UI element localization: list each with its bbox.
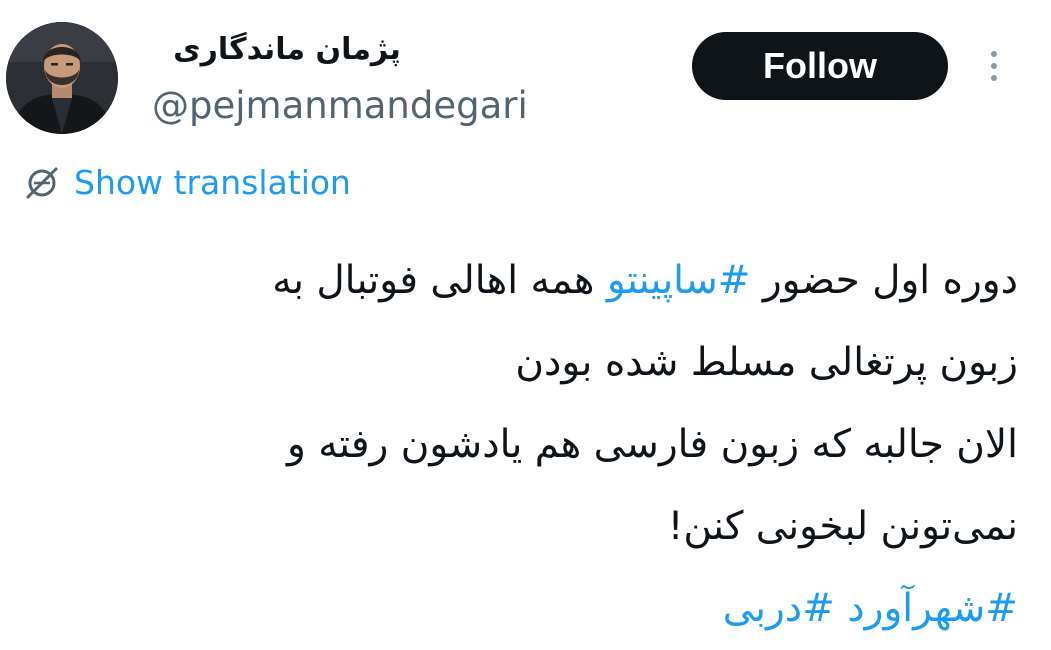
tweet-line-1: دوره اول حضور #ساپینتو همه اهالی فوتبال … <box>40 240 1018 322</box>
tweet-text-segment: همه اهالی فوتبال به <box>272 258 607 303</box>
vertical-ellipsis-icon <box>991 51 997 57</box>
follow-button[interactable]: Follow <box>692 32 948 100</box>
avatar-photo <box>6 22 118 134</box>
hashtag-link[interactable]: #شهرآورد <box>847 586 1018 631</box>
author-avatar[interactable] <box>6 22 118 134</box>
tweet-text-segment: دوره اول حضور <box>750 258 1018 303</box>
tweet-line-3: الان جالبه که زبون فارسی هم یادشون رفته … <box>286 422 1018 467</box>
show-translation-label: Show translation <box>74 162 351 202</box>
show-translation-link[interactable]: Show translation <box>22 158 351 206</box>
hashtag-link[interactable]: #دربی <box>723 586 835 631</box>
tweet-line-5: #شهرآورد #دربی <box>40 568 1018 650</box>
hashtag-link[interactable]: #ساپینتو <box>607 258 751 303</box>
author-display-name[interactable]: پژمان ماندگاری <box>152 26 422 74</box>
more-options-button[interactable] <box>978 46 1010 86</box>
vertical-ellipsis-icon <box>991 75 997 81</box>
globe-slash-icon <box>26 167 58 199</box>
tweet-text: دوره اول حضور #ساپینتو همه اهالی فوتبال … <box>40 240 1018 650</box>
tweet-line-2: زبون پرتغالی مسلط شده بودن <box>515 340 1018 385</box>
vertical-ellipsis-icon <box>991 63 997 69</box>
tweet-line-4: نمی‌تونن لبخونی کنن! <box>667 504 1018 549</box>
author-handle[interactable]: @pejmanmandegari <box>152 80 528 132</box>
